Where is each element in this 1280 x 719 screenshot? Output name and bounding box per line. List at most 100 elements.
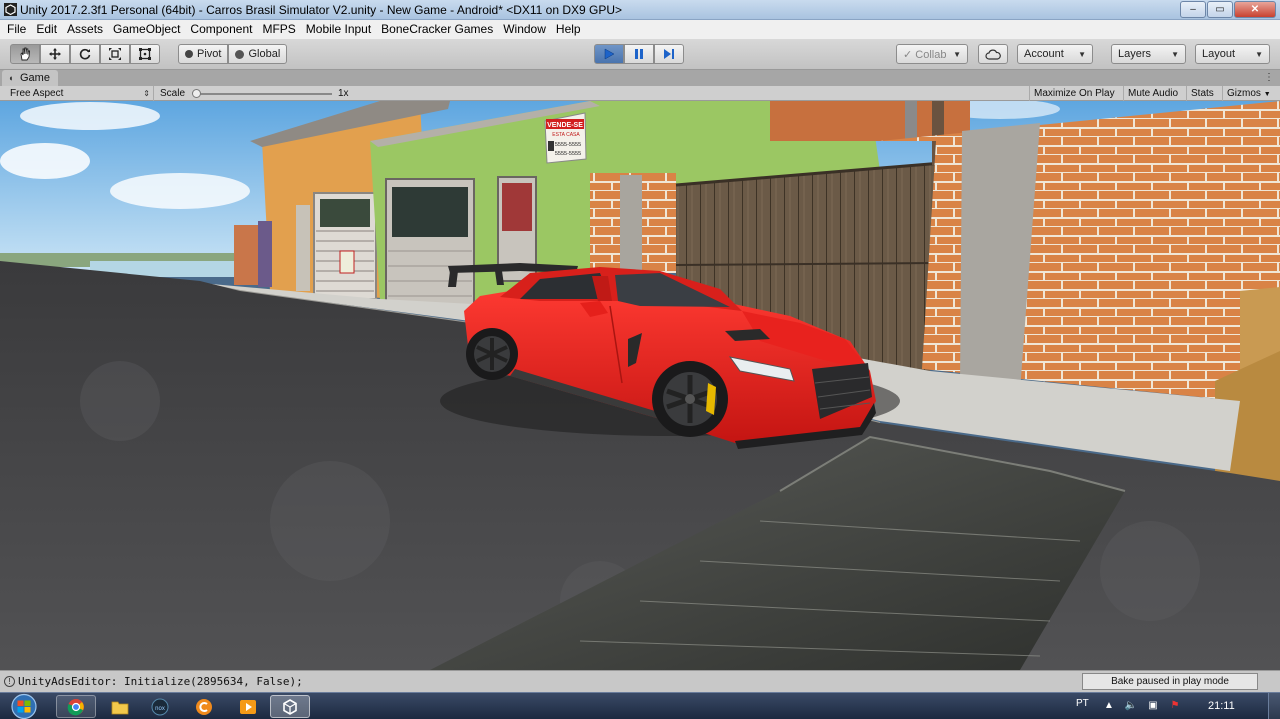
game-tab-icon: ◖ (8, 73, 14, 83)
taskbar-c-app[interactable] (184, 695, 224, 718)
game-view[interactable]: VENDE-SE ESTA CASA 5555-5555 5555-5555 (0, 101, 1280, 670)
game-tab-label: Game (20, 72, 50, 84)
menu-gameobject[interactable]: GameObject (108, 20, 185, 39)
menu-mfps[interactable]: MFPS (257, 20, 300, 39)
stats-toggle[interactable]: Stats (1186, 86, 1218, 101)
chevron-updown-icon: ⇕ (143, 89, 150, 98)
account-label: Account (1024, 48, 1064, 60)
hand-tool-button[interactable] (10, 44, 40, 64)
media-player-icon (240, 699, 256, 714)
layers-label: Layers (1118, 48, 1152, 60)
menu-mobile-input[interactable]: Mobile Input (301, 20, 376, 39)
layers-dropdown[interactable]: Layers ▼ (1111, 44, 1186, 64)
chevron-down-icon: ▼ (1263, 91, 1271, 98)
mute-audio-toggle[interactable]: Mute Audio (1123, 86, 1182, 101)
action-center-icon[interactable]: ⚑ (1168, 699, 1182, 713)
menu-file[interactable]: File (2, 20, 31, 39)
layout-label: Layout (1202, 48, 1236, 60)
taskbar-media-player[interactable] (228, 695, 268, 718)
unity-icon (283, 698, 297, 715)
window-controls: – ▭ ✕ (1179, 1, 1276, 18)
scale-slider-thumb[interactable] (192, 89, 201, 98)
chrome-icon (67, 698, 84, 715)
global-label: Global (248, 48, 281, 60)
taskbar-chrome[interactable] (56, 695, 96, 718)
menu-help[interactable]: Help (551, 20, 586, 39)
volume-icon[interactable]: 🔈 (1124, 699, 1138, 713)
scale-label: Scale (160, 88, 186, 99)
taskbar-clock[interactable]: 21:11 (1208, 700, 1235, 712)
hand-icon (20, 47, 30, 61)
nox-icon: nox (151, 698, 169, 715)
maximize-on-play-toggle[interactable]: Maximize On Play (1029, 86, 1119, 101)
tab-game[interactable]: ◖ Game (2, 70, 58, 86)
move-tool-button[interactable] (40, 44, 70, 64)
collab-dropdown[interactable]: ✓ Collab ▼ (896, 44, 968, 64)
unity-icon (4, 3, 17, 16)
layout-dropdown[interactable]: Layout ▼ (1195, 44, 1270, 64)
minimize-button[interactable]: – (1180, 1, 1206, 18)
sign-phone-1: 5555-5555 (555, 142, 581, 148)
status-bar: ! UnityAdsEditor: Initialize(2895634, Fa… (0, 670, 1280, 692)
taskbar-nox[interactable]: nox (140, 695, 180, 718)
for-sale-sign: VENDE-SE ESTA CASA 5555-5555 5555-5555 (544, 112, 587, 164)
sign-title: VENDE-SE (547, 122, 583, 129)
menu-component[interactable]: Component (185, 20, 257, 39)
menu-bonecracker-games[interactable]: BoneCracker Games (376, 20, 498, 39)
unity-editor-window: Unity 2017.2.3f1 Personal (64bit) - Carr… (0, 0, 1280, 719)
window-title-bar: Unity 2017.2.3f1 Personal (64bit) - Carr… (0, 0, 1280, 20)
show-desktop-button[interactable] (1268, 693, 1280, 719)
play-button[interactable] (594, 44, 624, 64)
gizmos-dropdown[interactable]: Gizmos ▼ (1222, 86, 1275, 101)
play-icon (604, 48, 615, 60)
scale-value: 1x (338, 88, 349, 99)
rotate-icon (79, 48, 91, 60)
bake-status: Bake paused in play mode (1082, 673, 1258, 690)
console-message[interactable]: UnityAdsEditor: Initialize(2895634, Fals… (18, 675, 303, 688)
gizmos-label: Gizmos (1227, 88, 1261, 99)
sign-phone-2: 5555-5555 (555, 151, 581, 157)
menu-window[interactable]: Window (498, 20, 551, 39)
scale-icon (109, 48, 121, 60)
collab-label: ✓ Collab (903, 48, 947, 61)
move-icon (49, 48, 61, 60)
menu-assets[interactable]: Assets (62, 20, 108, 39)
chevron-down-icon: ▼ (1078, 49, 1086, 59)
network-icon[interactable]: ▣ (1146, 699, 1160, 713)
game-tab-bar: ◖ Game ⋮ (0, 70, 1280, 86)
aspect-dropdown[interactable]: Free Aspect ⇕ (4, 86, 154, 101)
maximize-button[interactable]: ▭ (1207, 1, 1233, 18)
rotate-tool-button[interactable] (70, 44, 100, 64)
pause-icon (635, 49, 643, 59)
account-dropdown[interactable]: Account ▼ (1017, 44, 1093, 64)
file-explorer-icon (111, 701, 129, 714)
pivot-label: Pivot (197, 48, 222, 60)
aspect-label: Free Aspect (10, 88, 64, 99)
rect-tool-button[interactable] (130, 44, 160, 64)
sign-subtitle: ESTA CASA (552, 132, 580, 138)
language-indicator[interactable]: PT (1076, 698, 1089, 709)
chevron-down-icon: ▼ (953, 49, 961, 59)
pivot-icon (185, 50, 193, 58)
step-icon (664, 49, 674, 59)
windows-taskbar: nox PT ▲ 🔈 ▣ ⚑ 21:11 (0, 692, 1280, 719)
chevron-down-icon: ▼ (1171, 49, 1179, 59)
step-button[interactable] (654, 44, 684, 64)
scale-tool-button[interactable] (100, 44, 130, 64)
menu-edit[interactable]: Edit (31, 20, 62, 39)
taskbar-file-explorer[interactable] (100, 695, 140, 718)
close-button[interactable]: ✕ (1234, 1, 1276, 18)
windows-start-icon[interactable] (6, 693, 42, 719)
show-hidden-icons-icon[interactable]: ▲ (1102, 699, 1116, 713)
cloud-icon (985, 49, 1001, 60)
rect-transform-icon (139, 48, 151, 60)
global-toggle[interactable]: Global (228, 44, 288, 64)
pause-button[interactable] (624, 44, 654, 64)
taskbar-unity[interactable] (270, 695, 310, 718)
cloud-button[interactable] (978, 44, 1008, 64)
tab-menu-icon[interactable]: ⋮ (1264, 72, 1274, 83)
scale-slider-track[interactable] (196, 93, 332, 95)
main-toolbar: Pivot Global ✓ Collab ▼ Account ▼ Layers… (0, 39, 1280, 70)
pivot-toggle[interactable]: Pivot (178, 44, 229, 64)
pivot-controls: Pivot Global (178, 44, 288, 64)
